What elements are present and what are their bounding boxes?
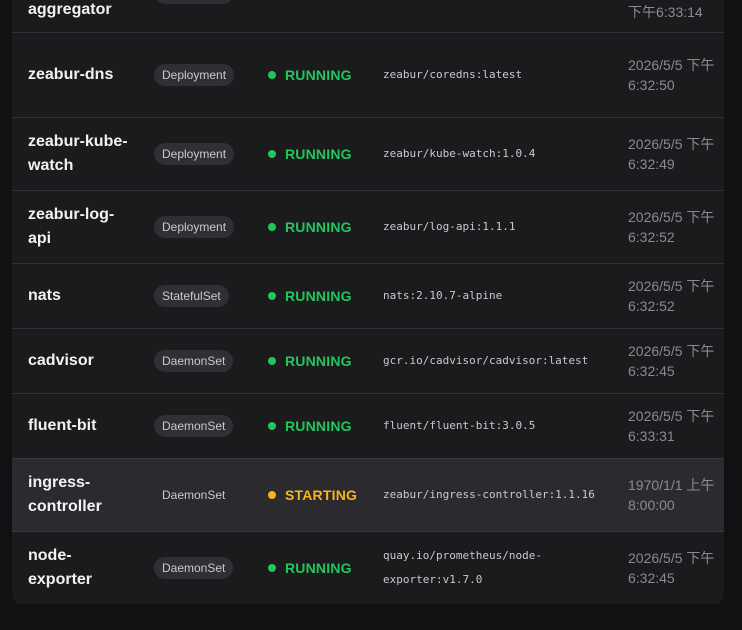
type-badge: Deployment <box>154 216 235 238</box>
type-badge: DaemonSet <box>154 415 234 437</box>
status-text: RUNNING <box>285 146 352 162</box>
image-name: zeabur/coredns:latest <box>383 68 523 81</box>
workload-name: aggregator <box>28 1 112 18</box>
type-badge: StatefulSet <box>154 285 229 307</box>
workload-name: ingress-controller <box>28 474 102 515</box>
status-text: RUNNING <box>285 560 352 576</box>
workload-name: cadvisor <box>28 352 94 369</box>
status-dot-icon <box>268 223 276 231</box>
created-time: 2026/5/5 下午6:32:52 <box>628 278 715 314</box>
status-dot-icon <box>268 422 276 430</box>
image-name: gcr.io/cadvisor/cadvisor:latest <box>383 354 589 367</box>
status-dot-icon <box>268 564 276 572</box>
status-dot-icon <box>268 357 276 365</box>
table-row[interactable]: fluent-bit DaemonSet RUNNING fluent/flue… <box>12 394 724 459</box>
workload-name: fluent-bit <box>28 417 97 434</box>
status-indicator: RUNNING <box>268 532 352 604</box>
image-name: quay.io/prometheus/node-exporter:v1.7.0 <box>383 549 542 586</box>
workload-name: zeabur-log-api <box>28 206 115 247</box>
table-row[interactable]: ingress-controller DaemonSet STARTING ze… <box>12 458 724 532</box>
type-badge: DaemonSet <box>154 557 234 579</box>
type-badge: DaemonSet <box>162 488 226 502</box>
type-badge: Deployment <box>154 143 235 165</box>
status-dot-icon <box>268 71 276 79</box>
workloads-table: aggregator Deployment 下午6:33:14 zeabur-d… <box>12 0 724 604</box>
status-indicator: RUNNING <box>268 33 352 117</box>
created-time: 1970/1/1 上午8:00:00 <box>628 477 715 513</box>
workload-name: zeabur-dns <box>28 66 114 83</box>
created-time: 2026/5/5 下午6:32:45 <box>628 343 715 379</box>
type-badge: Deployment <box>154 0 235 4</box>
image-name: nats:2.10.7-alpine <box>383 289 503 302</box>
workload-name: nats <box>28 287 61 304</box>
workload-name: zeabur-kube-watch <box>28 133 128 174</box>
status-indicator: STARTING <box>268 459 357 531</box>
type-badge: DaemonSet <box>154 350 234 372</box>
created-time: 2026/5/5 下午6:32:49 <box>628 136 715 172</box>
created-time: 2026/5/5 下午 6:32:50 <box>628 57 715 93</box>
page-background <box>0 604 742 630</box>
table-row[interactable]: zeabur-log-api Deployment RUNNING zeabur… <box>12 191 724 264</box>
workload-name: node-exporter <box>28 547 93 588</box>
status-text: RUNNING <box>285 67 352 83</box>
status-text: RUNNING <box>285 288 352 304</box>
table-row[interactable]: nats StatefulSet RUNNING nats:2.10.7-alp… <box>12 264 724 329</box>
status-indicator: RUNNING <box>268 329 352 393</box>
image-name: zeabur/ingress-controller:1.1.16 <box>383 488 595 501</box>
status-indicator: RUNNING <box>268 191 352 263</box>
table-row[interactable]: zeabur-dns Deployment RUNNING zeabur/cor… <box>12 33 724 118</box>
table-row[interactable]: zeabur-kube-watch Deployment RUNNING zea… <box>12 118 724 191</box>
table-row[interactable]: cadvisor DaemonSet RUNNING gcr.io/cadvis… <box>12 329 724 394</box>
status-indicator: RUNNING <box>268 264 352 328</box>
table-row[interactable]: aggregator Deployment 下午6:33:14 <box>12 0 724 33</box>
table-row[interactable]: node-exporter DaemonSet RUNNING quay.io/… <box>12 532 724 604</box>
status-text: RUNNING <box>285 219 352 235</box>
created-time: 下午6:33:14 <box>628 4 703 20</box>
status-text: RUNNING <box>285 418 352 434</box>
created-time: 2026/5/5 下午6:32:52 <box>628 209 715 245</box>
image-name: zeabur/kube-watch:1.0.4 <box>383 147 536 160</box>
created-time: 2026/5/5 下午6:33:31 <box>628 408 715 444</box>
type-badge: Deployment <box>154 64 235 86</box>
status-dot-icon <box>268 491 276 499</box>
status-text: RUNNING <box>285 353 352 369</box>
status-indicator: RUNNING <box>268 394 352 458</box>
status-dot-icon <box>268 292 276 300</box>
status-indicator: RUNNING <box>268 118 352 190</box>
image-name: fluent/fluent-bit:3.0.5 <box>383 419 536 432</box>
image-name: zeabur/log-api:1.1.1 <box>383 220 516 233</box>
created-time: 2026/5/5 下午6:32:45 <box>628 550 715 586</box>
status-dot-icon <box>268 150 276 158</box>
status-text: STARTING <box>285 487 358 503</box>
